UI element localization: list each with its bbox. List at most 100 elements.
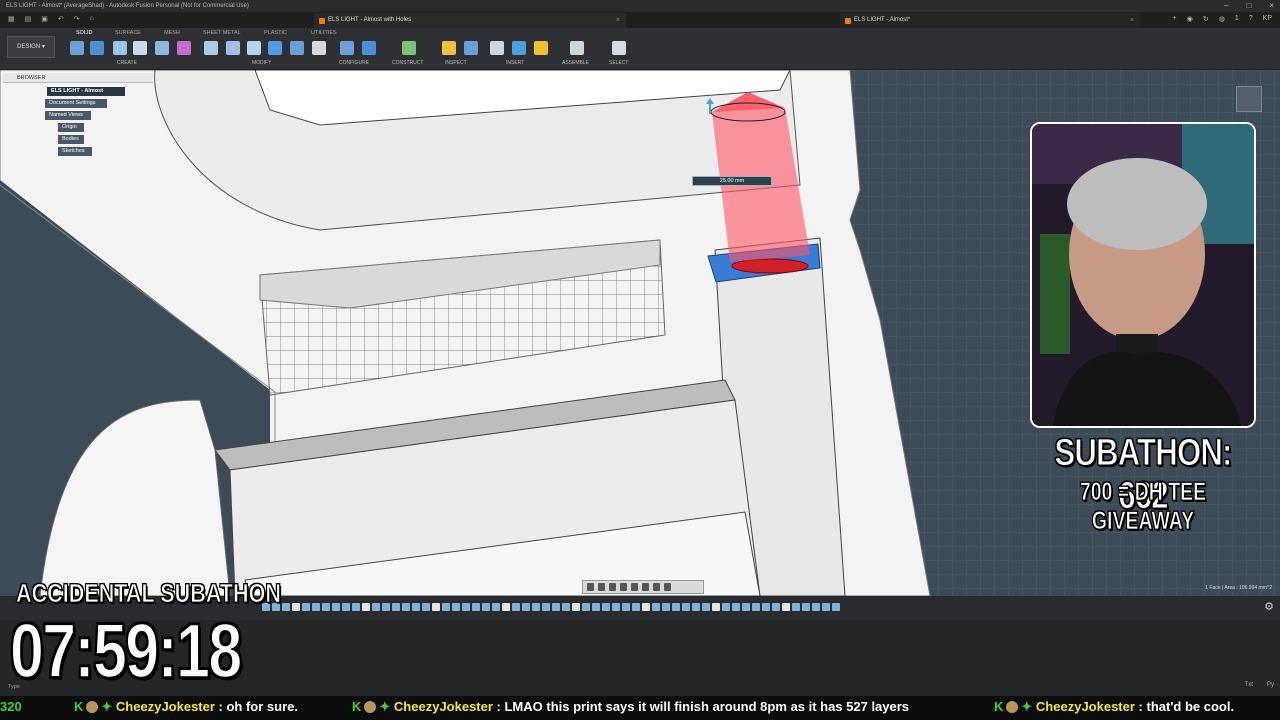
timeline-feature-icon[interactable] — [712, 603, 720, 611]
move-icon[interactable] — [312, 41, 326, 55]
timeline-feature-icon[interactable] — [732, 603, 740, 611]
timeline-feature-icon[interactable] — [412, 603, 420, 611]
group-construct[interactable]: CONSTRUCT — [392, 60, 423, 66]
orbit-icon[interactable] — [587, 583, 594, 591]
insert-derive-icon[interactable] — [534, 41, 548, 55]
press-pull-icon[interactable] — [204, 41, 218, 55]
fillet-icon[interactable] — [226, 41, 240, 55]
insert-image-icon[interactable] — [512, 41, 526, 55]
browser-item-bodies[interactable]: Bodies — [58, 135, 84, 144]
timeline-feature-icon[interactable] — [392, 603, 400, 611]
revolve-icon[interactable] — [133, 41, 147, 55]
timeline-feature-icon[interactable] — [682, 603, 690, 611]
form-icon[interactable] — [177, 41, 191, 55]
timeline-feature-icon[interactable] — [462, 603, 470, 611]
timeline-feature-icon[interactable] — [522, 603, 530, 611]
tab-solid[interactable]: SOLID — [76, 30, 93, 36]
chamfer-icon[interactable] — [247, 41, 261, 55]
group-configure[interactable]: CONFIGURE — [339, 60, 369, 66]
timeline-feature-icon[interactable] — [752, 603, 760, 611]
timeline-feature-icon[interactable] — [722, 603, 730, 611]
zoom-icon[interactable] — [620, 583, 627, 591]
timeline-feature-icon[interactable] — [692, 603, 700, 611]
measure-icon[interactable] — [442, 41, 456, 55]
group-modify[interactable]: MODIFY — [252, 60, 271, 66]
refresh-icon[interactable]: ↻ — [1203, 15, 1209, 23]
timeline-feature-icon[interactable] — [512, 603, 520, 611]
timeline-feature-icon[interactable] — [762, 603, 770, 611]
timeline-feature-icon[interactable] — [482, 603, 490, 611]
joint-icon[interactable] — [570, 41, 584, 55]
shell-icon[interactable] — [268, 41, 282, 55]
create-sketch-icon[interactable] — [90, 41, 104, 55]
timeline-feature-icon[interactable] — [592, 603, 600, 611]
tab-els-light-holes[interactable]: ELS LIGHT - Almost with Holes × — [314, 13, 626, 28]
timeline-feature-icon[interactable] — [832, 603, 840, 611]
tab-sheet-metal[interactable]: SHEET METAL — [203, 30, 241, 36]
display-settings-icon[interactable] — [642, 583, 649, 591]
home-icon[interactable]: ⌂ — [90, 15, 94, 23]
tab-utilities[interactable]: UTILITIES — [311, 30, 337, 36]
timeline-feature-icon[interactable] — [432, 603, 440, 611]
hole-icon[interactable] — [155, 41, 169, 55]
help-icon[interactable]: ? — [1249, 15, 1253, 23]
timeline-feature-icon[interactable] — [742, 603, 750, 611]
select-icon[interactable] — [612, 41, 626, 55]
close-icon[interactable]: × — [1269, 0, 1274, 12]
fit-icon[interactable] — [631, 583, 638, 591]
timeline-feature-icon[interactable] — [672, 603, 680, 611]
timeline-feature-icon[interactable] — [552, 603, 560, 611]
timeline-feature-icon[interactable] — [532, 603, 540, 611]
workspace-switcher[interactable]: DESIGN ▾ — [7, 36, 55, 58]
pan-icon[interactable] — [609, 583, 616, 591]
timeline-feature-icon[interactable] — [652, 603, 660, 611]
group-assemble[interactable]: ASSEMBLE — [562, 60, 589, 66]
look-at-icon[interactable] — [598, 583, 605, 591]
timeline-feature-icon[interactable] — [322, 603, 330, 611]
maximize-icon[interactable]: □ — [1246, 0, 1251, 12]
timeline-feature-icon[interactable] — [312, 603, 320, 611]
tab-surface[interactable]: SURFACE — [115, 30, 141, 36]
timeline-feature-icon[interactable] — [772, 603, 780, 611]
browser-root[interactable]: ELS LIGHT - Almost — [47, 87, 125, 96]
timeline-feature-icon[interactable] — [562, 603, 570, 611]
close-tab-icon[interactable]: × — [1130, 13, 1134, 28]
timeline-feature-icon[interactable] — [792, 603, 800, 611]
group-create[interactable]: CREATE — [117, 60, 137, 66]
insert-mesh-icon[interactable] — [490, 41, 504, 55]
browser-item-document-settings[interactable]: Document Settings — [45, 99, 107, 108]
timeline-feature-icon[interactable] — [622, 603, 630, 611]
redo-icon[interactable]: ↷ — [74, 15, 80, 23]
timeline-feature-icon[interactable] — [782, 603, 790, 611]
timeline-feature-icon[interactable] — [542, 603, 550, 611]
timeline-feature-icon[interactable] — [472, 603, 480, 611]
section-icon[interactable] — [464, 41, 478, 55]
timeline-feature-icon[interactable] — [282, 603, 290, 611]
configure-icon[interactable] — [340, 41, 354, 55]
browser-header[interactable]: BROWSER — [3, 73, 153, 83]
timeline-feature-icon[interactable] — [642, 603, 650, 611]
browser-item-sketches[interactable]: Sketches — [58, 147, 92, 156]
save-icon[interactable]: ▣ — [41, 15, 48, 23]
distance-input[interactable]: 25.00 mm — [692, 176, 772, 186]
timeline-feature-icon[interactable] — [822, 603, 830, 611]
plane-icon[interactable] — [402, 41, 416, 55]
timeline-feature-icon[interactable] — [702, 603, 710, 611]
timeline-feature-icon[interactable] — [572, 603, 580, 611]
combine-icon[interactable] — [290, 41, 304, 55]
timeline-feature-icon[interactable] — [342, 603, 350, 611]
timeline-feature-icon[interactable] — [612, 603, 620, 611]
timeline-feature-icon[interactable] — [632, 603, 640, 611]
timeline-feature-icon[interactable] — [302, 603, 310, 611]
extensions-icon[interactable]: ◉ — [1187, 15, 1193, 23]
timeline-feature-icon[interactable] — [582, 603, 590, 611]
timeline-feature-icon[interactable] — [602, 603, 610, 611]
timeline-feature-icon[interactable] — [402, 603, 410, 611]
tab-mesh[interactable]: MESH — [164, 30, 180, 36]
timeline-feature-icon[interactable] — [442, 603, 450, 611]
timeline-items[interactable] — [262, 603, 840, 613]
group-select[interactable]: SELECT — [609, 60, 628, 66]
file-icon[interactable]: ▤ — [25, 15, 32, 23]
job-status-icon[interactable]: ◍ — [1219, 15, 1225, 23]
viewports-icon[interactable] — [664, 583, 671, 591]
